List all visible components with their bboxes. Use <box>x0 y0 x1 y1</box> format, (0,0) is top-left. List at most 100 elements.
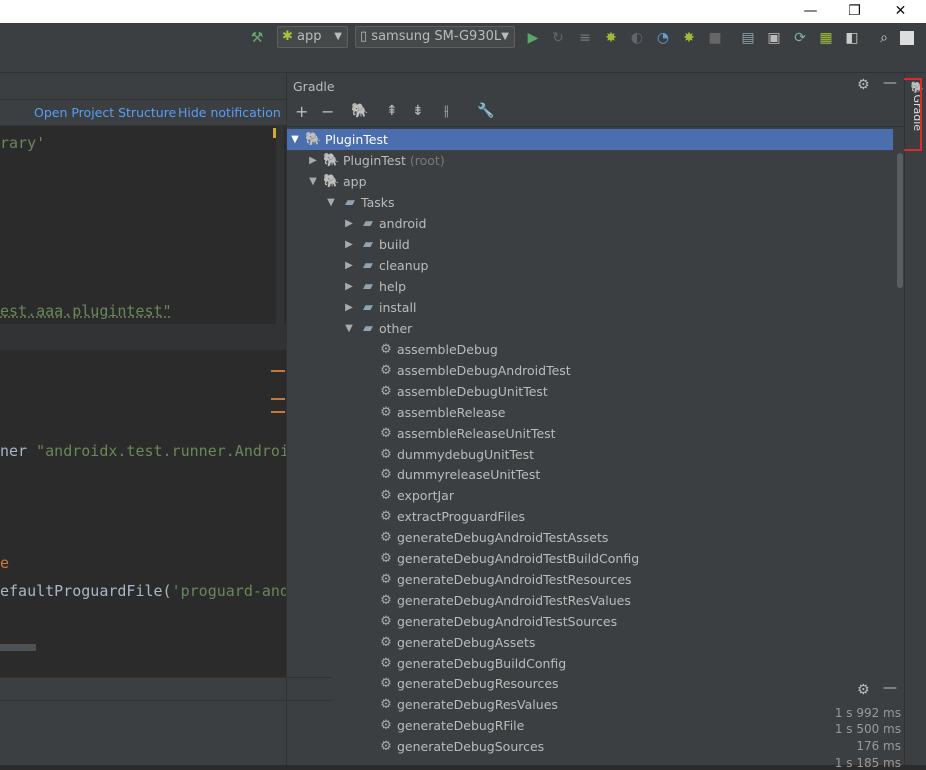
gradle-tool-window: Gradle ⚙ — + − 🐘 ⇞ ⇟ ⫲ 🔧 ▼ 🐘 PluginTest … <box>286 73 904 765</box>
tree-node-label: generateDebugAndroidTestAssets <box>397 530 609 546</box>
tree-node-root[interactable]: ▼ 🐘 PluginTest <box>287 129 893 150</box>
debug-icon[interactable]: ✸ <box>601 28 621 48</box>
change-marker <box>271 411 285 413</box>
add-icon[interactable]: + <box>295 102 308 121</box>
tree-node-task[interactable]: ⚙ dummyreleaseUnitTest <box>287 464 893 485</box>
expanded-arrow-icon: ▼ <box>309 176 317 187</box>
collapsed-arrow-icon: ▶ <box>345 260 353 271</box>
hide-panel-icon[interactable]: — <box>883 75 897 91</box>
run-config-label: app <box>297 29 322 44</box>
tree-node-task[interactable]: ⚙ generateDebugAndroidTestSources <box>287 611 893 632</box>
expanded-arrow-icon: ▼ <box>327 197 335 208</box>
code-editor-top[interactable]: rary' est.aaa.plugintest" <box>0 126 284 324</box>
collapse-all-icon[interactable]: ⇟ <box>412 103 424 119</box>
tree-node-task[interactable]: ⚙ generateDebugAndroidTestResValues <box>287 590 893 611</box>
gradle-panel-header: Gradle ⚙ — <box>287 73 904 99</box>
tree-node-task[interactable]: ⚙ assembleRelease <box>287 402 893 423</box>
tree-node-app[interactable]: ▼ 🐘 app <box>287 171 893 192</box>
tree-node-label: generateDebugAssets <box>397 634 536 650</box>
tree-node-task[interactable]: ⚙ generateDebugAndroidTestBuildConfig <box>287 548 893 569</box>
sync-project-icon[interactable]: ▤ <box>738 28 758 48</box>
tree-node-label: help <box>379 279 407 294</box>
hammer-icon[interactable]: ⚒ <box>247 28 267 48</box>
tree-node-label: cleanup <box>379 258 429 273</box>
tree-node-label: Tasks <box>361 195 395 210</box>
tree-node-task[interactable]: ⚙ extractProguardFiles <box>287 506 893 527</box>
execute-task-icon[interactable]: 🐘 <box>351 103 368 119</box>
change-marker <box>271 398 285 400</box>
task-folder-icon: ▰ <box>363 237 373 252</box>
apply-changes-icon[interactable]: ↻ <box>548 28 568 48</box>
profiler-gauge-icon[interactable]: ◔ <box>653 28 673 48</box>
tree-node-task[interactable]: ⚙ generateDebugResources <box>287 673 893 694</box>
tree-node-task[interactable]: ⚙ generateDebugSources <box>287 736 893 757</box>
gear-icon: ⚙ <box>380 425 392 441</box>
tree-node-task[interactable]: ⚙ generateDebugAssets <box>287 632 893 653</box>
code-editor-bottom[interactable]: ner "androidx.test.runner.Androi e efaul… <box>0 350 289 650</box>
stop-icon[interactable]: ■ <box>705 28 725 48</box>
remove-icon[interactable]: − <box>321 102 334 121</box>
maximize-button[interactable]: ❐ <box>832 0 877 23</box>
tree-node-group-build[interactable]: ▶ ▰ build <box>287 234 893 255</box>
tree-node-label: assembleDebugUnitTest <box>397 383 548 399</box>
tree-node-tasks[interactable]: ▼ ▰ Tasks <box>287 192 893 213</box>
tree-node-label: assembleDebugAndroidTest <box>397 362 571 378</box>
tree-node-task[interactable]: ⚙ generateDebugBuildConfig <box>287 653 893 674</box>
gear-icon: ⚙ <box>380 676 392 692</box>
search-icon[interactable]: ⌕ <box>874 28 894 48</box>
gear-icon: ⚙ <box>380 697 392 713</box>
profile-icon[interactable]: ◐ <box>627 28 647 48</box>
project-structure-icon[interactable]: ◧ <box>842 28 862 48</box>
tree-node-task[interactable]: ⚙ generateDebugResValues <box>287 694 893 715</box>
sdk-manager-icon[interactable]: ▦ <box>816 28 836 48</box>
tree-node-group-help[interactable]: ▶ ▰ help <box>287 276 893 297</box>
wrench-icon[interactable]: 🔧 <box>477 103 494 119</box>
run-icon[interactable]: ▶ <box>523 28 543 48</box>
minimize-button[interactable]: — <box>788 0 833 23</box>
collapsed-arrow-icon: ▶ <box>345 218 353 229</box>
tree-node-task[interactable]: ⚙ assembleDebug <box>287 339 893 360</box>
tree-node-label: exportJar <box>397 488 454 504</box>
tree-node-label: android <box>379 216 427 231</box>
tree-node-root-project[interactable]: ▶ 🐘 PluginTest (root) <box>287 150 893 171</box>
tree-node-group-other[interactable]: ▼ ▰ other <box>287 318 893 339</box>
tree-node-group-android[interactable]: ▶ ▰ android <box>287 213 893 234</box>
tree-node-task[interactable]: ⚙ dummydebugUnitTest <box>287 444 893 465</box>
tree-node-task[interactable]: ⚙ exportJar <box>287 485 893 506</box>
editor-scrollbar[interactable] <box>276 126 284 324</box>
apply-code-changes-icon[interactable]: ≡ <box>575 28 595 48</box>
horizontal-scrollbar[interactable] <box>0 644 36 651</box>
tree-scrollbar[interactable] <box>897 153 903 288</box>
tree-node-group-cleanup[interactable]: ▶ ▰ cleanup <box>287 255 893 276</box>
gear-icon: ⚙ <box>380 488 392 504</box>
tree-node-suffix: (root) <box>409 153 445 168</box>
tree-node-task[interactable]: ⚙ generateDebugAndroidTestAssets <box>287 527 893 548</box>
device-select[interactable]: ▯ samsung SM-G930L ▼ <box>355 26 515 48</box>
open-project-structure-link[interactable]: Open Project Structure <box>34 105 176 120</box>
tree-node-task[interactable]: ⚙ assembleDebugAndroidTest <box>287 360 893 381</box>
tree-node-task[interactable]: ⚙ generateDebugAndroidTestResources <box>287 569 893 590</box>
device-label: samsung SM-G930L <box>371 29 502 44</box>
tree-node-task[interactable]: ⚙ assembleReleaseUnitTest <box>287 423 893 444</box>
tree-node-task[interactable]: ⚙ assembleDebugUnitTest <box>287 381 893 402</box>
avd-manager-icon[interactable]: ▣ <box>764 28 784 48</box>
tree-node-group-install[interactable]: ▶ ▰ install <box>287 297 893 318</box>
collapsed-arrow-icon: ▶ <box>309 155 317 166</box>
close-button[interactable]: ✕ <box>878 0 923 23</box>
user-icon[interactable] <box>900 31 914 45</box>
attach-debugger-icon[interactable]: ✸ <box>679 28 699 48</box>
hide-notification-link[interactable]: Hide notification <box>178 105 281 120</box>
gear-icon: ⚙ <box>380 362 392 378</box>
run-config-select[interactable]: ✱ app ▼ <box>277 26 348 48</box>
tree-node-task[interactable]: ⚙ generateDebugRFile <box>287 715 893 736</box>
gear-icon[interactable]: ⚙ <box>857 77 870 93</box>
expand-all-icon[interactable]: ⇞ <box>386 103 398 119</box>
editor-tabs-area <box>0 73 286 100</box>
tree-node-label: build <box>379 237 410 252</box>
gear-icon: ⚙ <box>380 342 392 357</box>
phone-icon: ▯ <box>360 29 368 44</box>
gradle-sync-icon[interactable]: ⟳ <box>790 28 810 48</box>
gear-icon: ⚙ <box>380 446 392 462</box>
tree-node-label: assembleDebug <box>397 342 498 357</box>
toggle-offline-icon[interactable]: ⫲ <box>444 103 449 119</box>
